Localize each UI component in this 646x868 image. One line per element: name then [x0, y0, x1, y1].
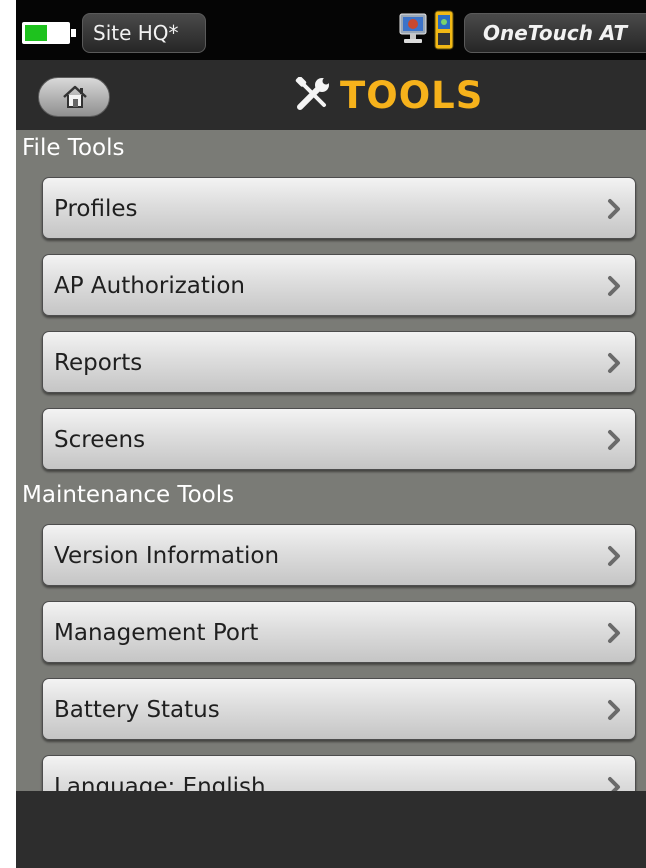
menu-item-label: Management Port: [54, 620, 259, 646]
site-button[interactable]: Site HQ*: [82, 13, 206, 53]
battery-icon: [22, 22, 76, 44]
status-bar: Site HQ* OneTouch AT: [16, 0, 646, 60]
menu-item-label: AP Authorization: [54, 273, 245, 299]
page-header: TOOLS: [16, 60, 646, 130]
tools-list[interactable]: File Tools Profiles AP Authorization Rep…: [16, 130, 646, 791]
home-icon: [63, 85, 87, 108]
device-screen: Site HQ* OneTouch AT TOOLS File Tools Pr…: [16, 0, 646, 868]
product-name: OneTouch AT: [483, 21, 628, 45]
menu-item-ap-authorization[interactable]: AP Authorization: [42, 254, 636, 316]
menu-item-profiles[interactable]: Profiles: [42, 177, 636, 239]
chevron-right-icon: [608, 353, 620, 373]
menu-item-language[interactable]: Language: English: [42, 755, 636, 791]
menu-item-management-port[interactable]: Management Port: [42, 601, 636, 663]
menu-item-version-information[interactable]: Version Information: [42, 524, 636, 586]
chevron-right-icon: [608, 276, 620, 296]
menu-item-label: Reports: [54, 350, 143, 376]
chevron-right-icon: [608, 199, 620, 219]
chevron-right-icon: [608, 430, 620, 450]
section-title-file-tools: File Tools: [22, 135, 125, 161]
menu-item-label: Profiles: [54, 196, 138, 222]
tools-icon: [295, 77, 330, 110]
menu-item-reports[interactable]: Reports: [42, 331, 636, 393]
chevron-right-icon: [608, 700, 620, 720]
menu-item-label: Version Information: [54, 543, 280, 569]
product-name-button[interactable]: OneTouch AT: [464, 13, 646, 53]
menu-item-label: Language: English: [54, 774, 266, 791]
chevron-right-icon: [608, 777, 620, 791]
footer-bar: [16, 791, 646, 868]
page-title: TOOLS: [340, 73, 484, 117]
site-label: Site HQ*: [93, 21, 179, 45]
menu-item-screens[interactable]: Screens: [42, 408, 636, 470]
chevron-right-icon: [608, 546, 620, 566]
network-monitor-icon[interactable]: [398, 12, 428, 46]
tester-device-icon[interactable]: [434, 10, 454, 50]
menu-item-label: Screens: [54, 427, 146, 453]
menu-item-label: Battery Status: [54, 697, 220, 723]
home-button[interactable]: [38, 77, 110, 117]
section-title-maintenance-tools: Maintenance Tools: [22, 482, 235, 508]
chevron-right-icon: [608, 623, 620, 643]
menu-item-battery-status[interactable]: Battery Status: [42, 678, 636, 740]
